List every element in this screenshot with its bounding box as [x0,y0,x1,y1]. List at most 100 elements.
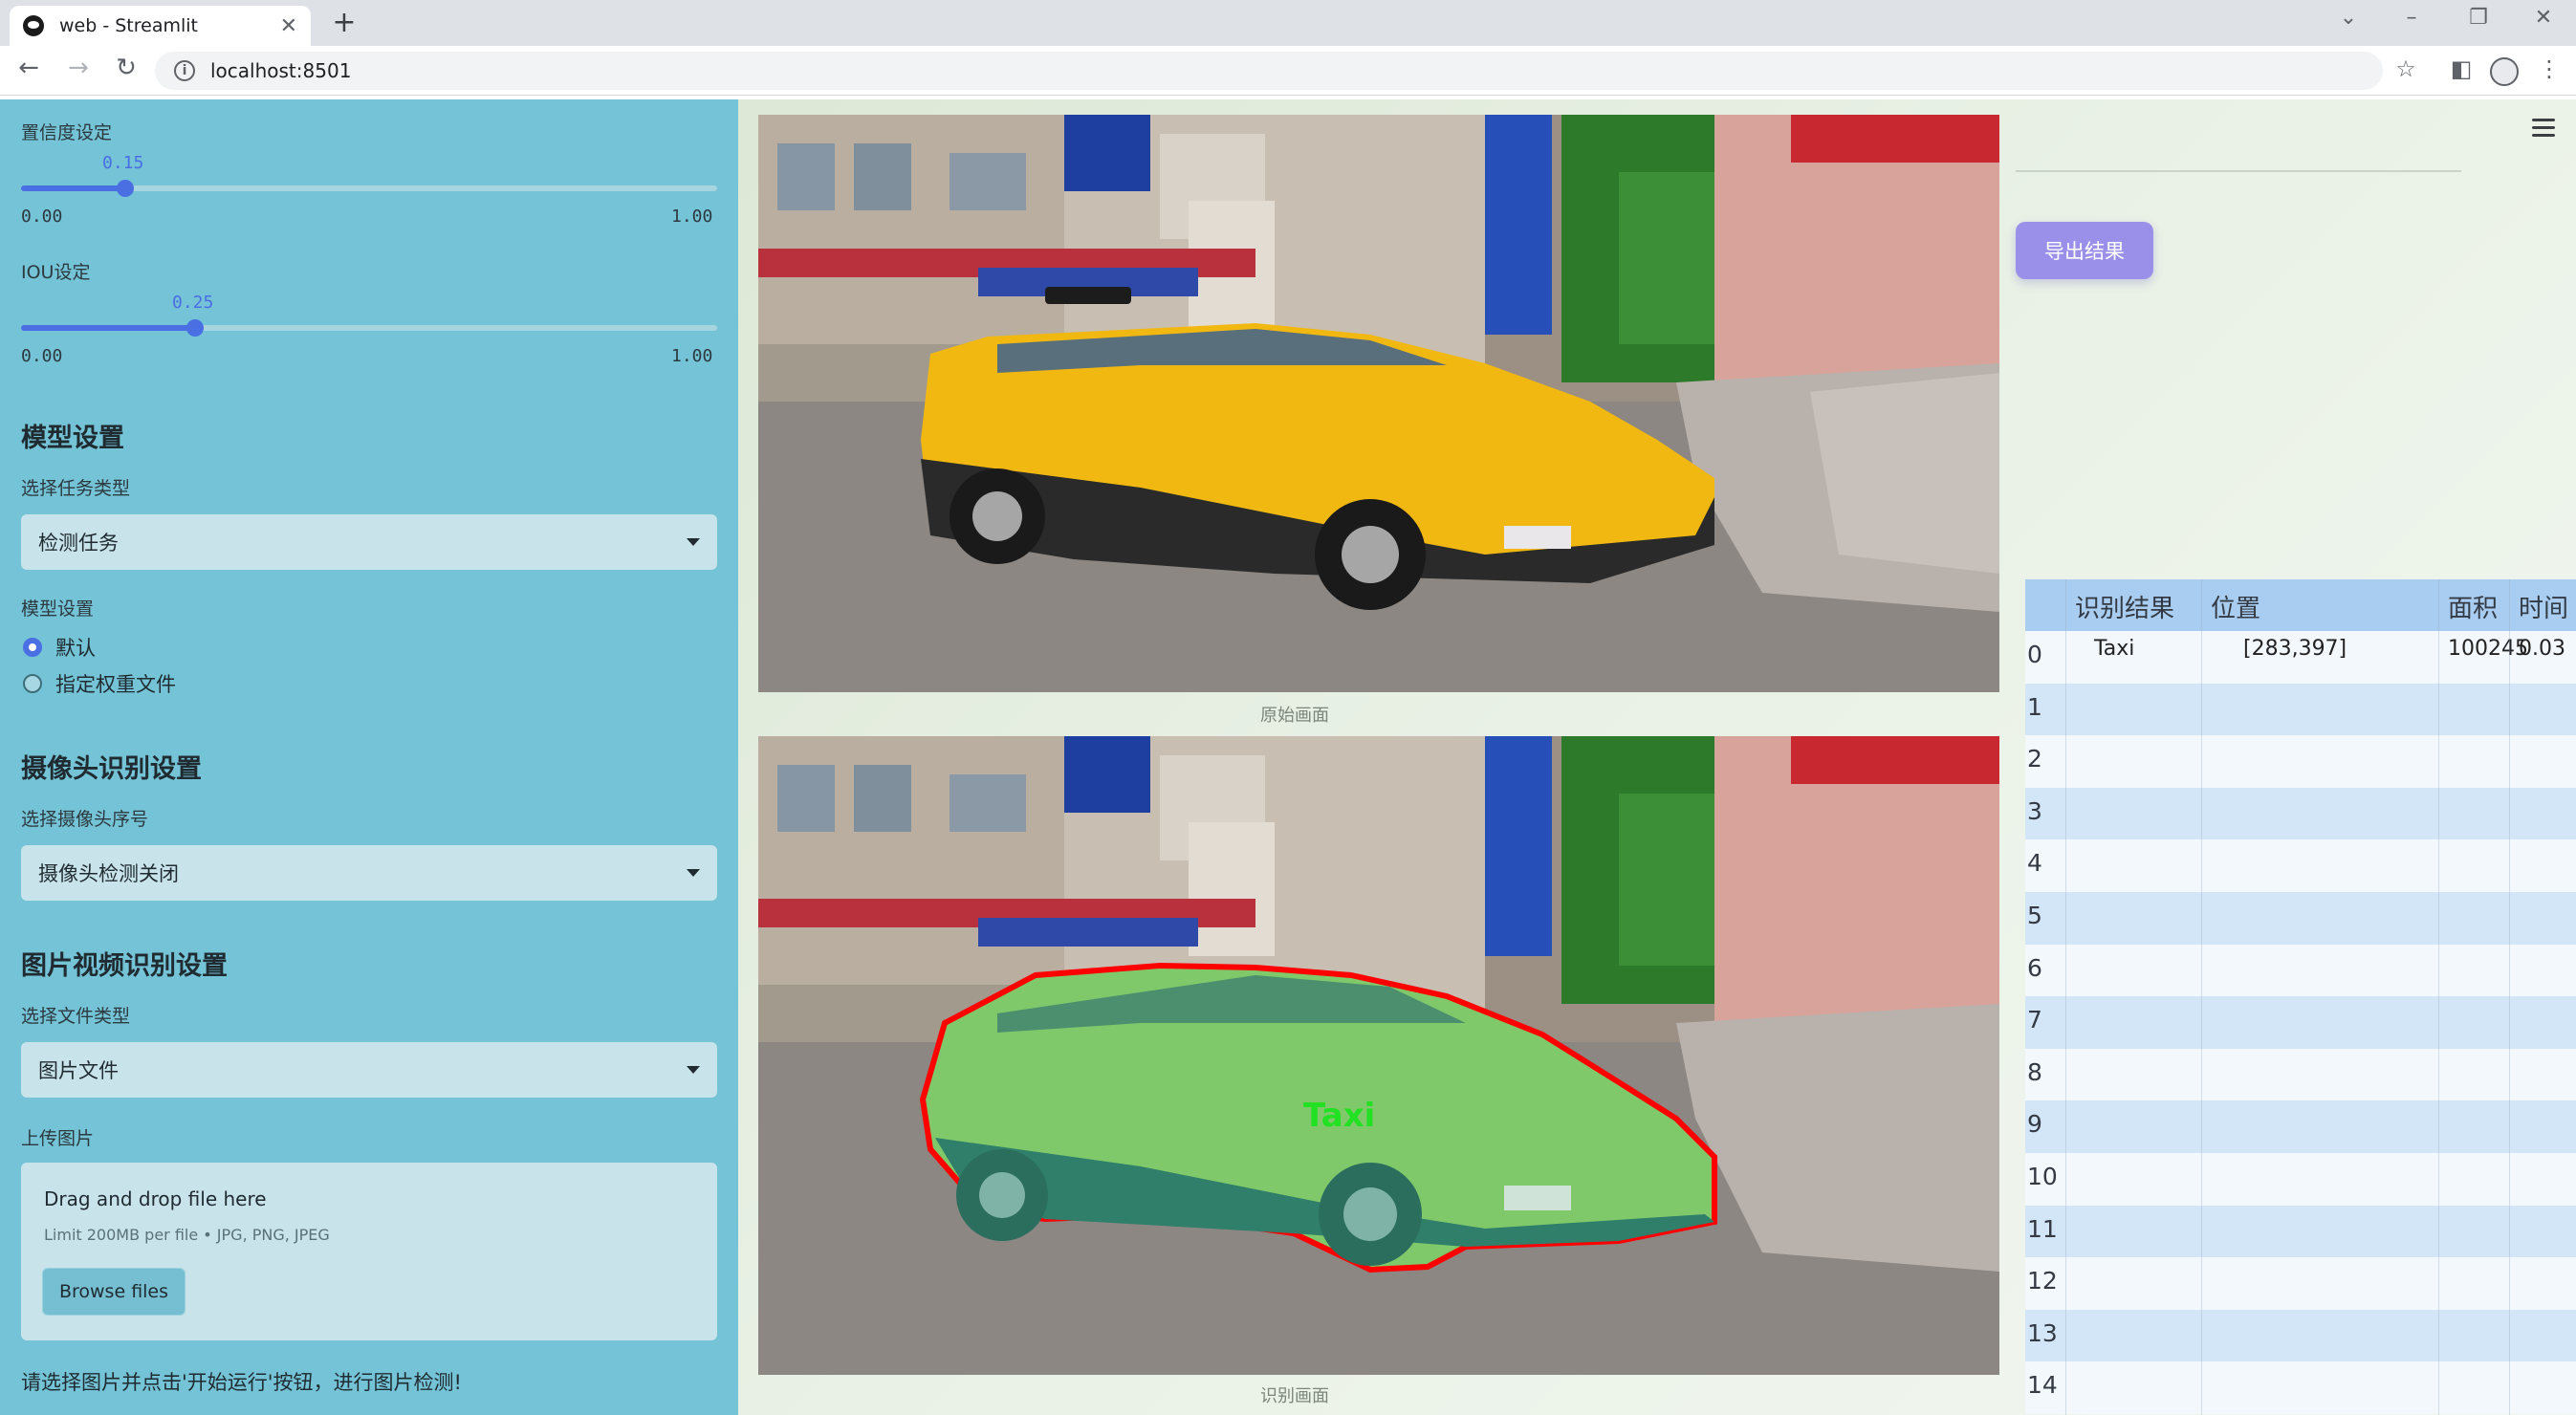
iou-value: 0.25 [172,293,214,313]
row-index: 0 [2027,641,2042,668]
row-index: 11 [2027,1214,2058,1243]
table-row[interactable]: 6 [2025,944,2576,997]
result-caption: 识别画面 [1260,1386,1329,1406]
row-index: 13 [2027,1318,2058,1347]
row-index: 9 [2027,1110,2042,1139]
streamlit-favicon-icon [23,15,44,36]
restore-icon[interactable]: ❐ [2459,6,2498,30]
confidence-max: 1.00 [671,207,713,227]
cell-time: 0.03 [2519,637,2565,661]
model-settings-heading: 模型设置 [21,424,124,453]
side-panel-icon[interactable]: ◧ [2444,55,2478,82]
row-index: 14 [2027,1371,2058,1400]
table-row[interactable]: 2 [2025,735,2576,788]
col-header-area[interactable]: 面积 [2448,589,2498,624]
menu-kebab-icon[interactable]: ⋮ [2532,55,2566,82]
row-index: 4 [2027,849,2042,878]
back-arrow-icon[interactable]: ← [10,54,48,82]
column-divider [2438,579,2439,1415]
table-header: 识别结果 位置 面积 时间 [2025,579,2576,631]
row-index: 8 [2027,1057,2042,1086]
iou-min: 0.00 [21,346,63,366]
radio-selected-icon[interactable] [23,638,42,657]
original-street-photo [758,115,1999,692]
reload-icon[interactable]: ↻ [107,54,145,82]
tab-list-chevron-icon[interactable]: ⌄ [2329,6,2368,30]
table-row[interactable]: 4 [2025,839,2576,892]
file-type-value: 图片文件 [38,1059,119,1082]
camera-value: 摄像头检测关闭 [38,862,179,885]
task-type-label: 选择任务类型 [21,478,131,499]
row-index: 6 [2027,953,2042,982]
table-row[interactable]: 7 [2025,996,2576,1049]
upload-label: 上传图片 [21,1128,95,1149]
cell-position: [283,397] [2243,637,2347,661]
file-type-select[interactable]: 图片文件 [21,1042,717,1098]
radio-custom-weights[interactable]: 指定权重文件 [23,669,176,698]
confidence-slider-fill [21,185,126,191]
tab-title: web - Streamlit [59,15,198,36]
cell-result: Taxi [2094,637,2135,661]
camera-select[interactable]: 摄像头检测关闭 [21,845,717,901]
row-index: 3 [2027,796,2042,825]
radio-unselected-icon[interactable] [23,674,42,693]
table-row[interactable]: 3 [2025,787,2576,840]
minimize-icon[interactable]: – [2392,6,2431,30]
iou-max: 1.00 [671,346,713,366]
divider [2016,170,2461,172]
radio-default[interactable]: 默认 [23,633,96,662]
table-row[interactable]: 10 [2025,1153,2576,1206]
bookmark-star-icon[interactable]: ☆ [2389,55,2423,82]
col-header-time[interactable]: 时间 [2519,589,2568,624]
row-index: 2 [2027,745,2042,773]
original-caption: 原始画面 [1260,706,1329,726]
iou-slider[interactable] [21,319,717,337]
hamburger-menu-icon[interactable] [2532,119,2555,142]
site-info-icon[interactable]: i [174,60,195,81]
table-row[interactable]: 5 [2025,892,2576,945]
profile-avatar-icon[interactable] [2490,57,2519,86]
confidence-slider[interactable] [21,180,717,197]
result-image: Taxi [758,736,1999,1375]
table-row[interactable]: 8 [2025,1048,2576,1101]
instruction-note: 请选择图片并点击'开始运行'按钮，进行图片检测! [21,1371,462,1394]
col-header-result[interactable]: 识别结果 [2075,589,2174,624]
url-field[interactable]: i localhost:8501 [155,52,2383,90]
new-tab-plus-icon[interactable]: + [325,6,363,39]
browser-tab[interactable]: web - Streamlit ✕ [10,6,311,46]
confidence-min: 0.00 [21,207,63,227]
results-table[interactable]: 识别结果 位置 面积 时间 0 Taxi [283,397] 100245 0.03 1 2… [2025,579,2576,1415]
task-type-value: 检测任务 [38,532,119,555]
drag-drop-text: Drag and drop file here [44,1187,267,1210]
model-settings-label: 模型设置 [21,599,95,620]
col-header-position[interactable]: 位置 [2211,589,2260,624]
row-index: 5 [2027,902,2042,929]
forward-arrow-icon[interactable]: → [59,54,98,82]
row-index: 1 [2027,692,2042,721]
window-close-icon[interactable]: ✕ [2524,6,2563,30]
column-divider [2509,579,2510,1415]
table-row[interactable]: 14 [2025,1361,2576,1414]
table-row[interactable]: 1 [2025,683,2576,736]
original-image [758,115,1999,692]
iou-slider-thumb[interactable] [186,319,204,337]
row-index: 7 [2027,1006,2042,1034]
address-bar-row: ← → ↻ i localhost:8501 ☆ ◧ ⋮ [0,46,2576,96]
url-text: localhost:8501 [210,59,352,82]
detection-label: Taxi [1303,1097,1375,1135]
iou-slider-fill [21,325,195,331]
confidence-slider-thumb[interactable] [117,180,135,197]
file-uploader-dropzone[interactable]: Drag and drop file here Limit 200MB per … [21,1163,717,1340]
browser-tab-bar: web - Streamlit ✕ + ⌄ – ❐ ✕ [0,0,2576,46]
table-row[interactable]: 11 [2025,1205,2576,1258]
close-icon[interactable]: ✕ [280,14,297,38]
browse-files-button[interactable]: Browse files [42,1268,186,1316]
table-row[interactable]: 13 [2025,1309,2576,1362]
table-row[interactable]: 12 [2025,1257,2576,1310]
table-row[interactable]: 0 Taxi [283,397] 100245 0.03 [2025,631,2576,684]
export-results-button[interactable]: 导出结果 [2016,222,2153,279]
table-row[interactable]: 9 [2025,1100,2576,1153]
cell-area: 100245 [2448,637,2528,661]
task-type-select[interactable]: 检测任务 [21,514,717,570]
confidence-label: 置信度设定 [21,122,113,143]
